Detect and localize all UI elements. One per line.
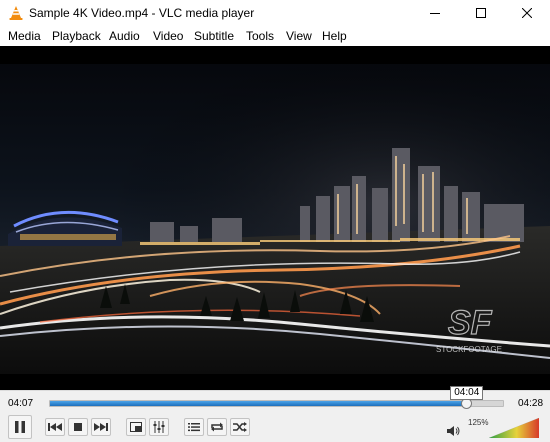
close-button[interactable] xyxy=(504,0,550,26)
pause-icon xyxy=(15,421,25,433)
playlist-button[interactable] xyxy=(184,418,204,436)
menu-bar: Media Playback Audio Video Subtitle Tool… xyxy=(0,26,550,46)
menu-help[interactable]: Help xyxy=(322,29,347,43)
fullscreen-icon xyxy=(130,422,142,432)
window-title: Sample 4K Video.mp4 - VLC media player xyxy=(29,6,255,20)
menu-subtitle[interactable]: Subtitle xyxy=(194,29,234,43)
previous-button[interactable] xyxy=(45,418,65,436)
next-icon xyxy=(94,423,108,431)
vlc-cone-icon xyxy=(9,6,23,20)
next-button[interactable] xyxy=(91,418,111,436)
volume-percent: 125% xyxy=(468,418,489,427)
extended-settings-button[interactable] xyxy=(149,418,169,436)
pause-button[interactable] xyxy=(8,415,32,439)
menu-audio[interactable]: Audio xyxy=(109,29,140,43)
menu-video[interactable]: Video xyxy=(153,29,183,43)
video-display[interactable]: SF STOCKFOOTAGE xyxy=(0,46,550,390)
loop-icon xyxy=(211,422,223,432)
watermark-text: STOCKFOOTAGE xyxy=(436,345,502,354)
menu-view[interactable]: View xyxy=(286,29,312,43)
elapsed-time: 04:07 xyxy=(8,398,34,409)
fullscreen-button[interactable] xyxy=(126,418,146,436)
minimize-icon xyxy=(430,13,440,14)
maximize-icon xyxy=(476,8,486,18)
menu-media[interactable]: Media xyxy=(8,29,41,43)
speaker-icon[interactable] xyxy=(446,424,460,438)
stop-button[interactable] xyxy=(68,418,88,436)
menu-playback[interactable]: Playback xyxy=(52,29,101,43)
seek-tooltip: 04:04 xyxy=(450,386,484,400)
stop-icon xyxy=(74,423,82,431)
previous-icon xyxy=(48,423,62,431)
extended-settings-icon xyxy=(153,421,165,433)
controls-panel: 04:07 04:04 04:28 125% xyxy=(0,386,550,442)
maximize-button[interactable] xyxy=(458,0,504,26)
video-frame: SF STOCKFOOTAGE xyxy=(0,46,550,390)
shuffle-button[interactable] xyxy=(230,418,250,436)
seek-slider[interactable]: 04:04 xyxy=(49,386,504,409)
shuffle-icon xyxy=(233,422,247,432)
volume-level xyxy=(489,418,539,438)
menu-tools[interactable]: Tools xyxy=(246,29,274,43)
playlist-icon xyxy=(188,423,200,432)
loop-button[interactable] xyxy=(207,418,227,436)
minimize-button[interactable] xyxy=(412,0,458,26)
volume-slider[interactable] xyxy=(489,418,539,438)
seek-progress xyxy=(50,401,467,406)
svg-text:SF: SF xyxy=(448,304,493,342)
title-bar: Sample 4K Video.mp4 - VLC media player xyxy=(0,0,550,26)
close-icon xyxy=(522,8,532,18)
total-time: 04:28 xyxy=(518,398,544,409)
